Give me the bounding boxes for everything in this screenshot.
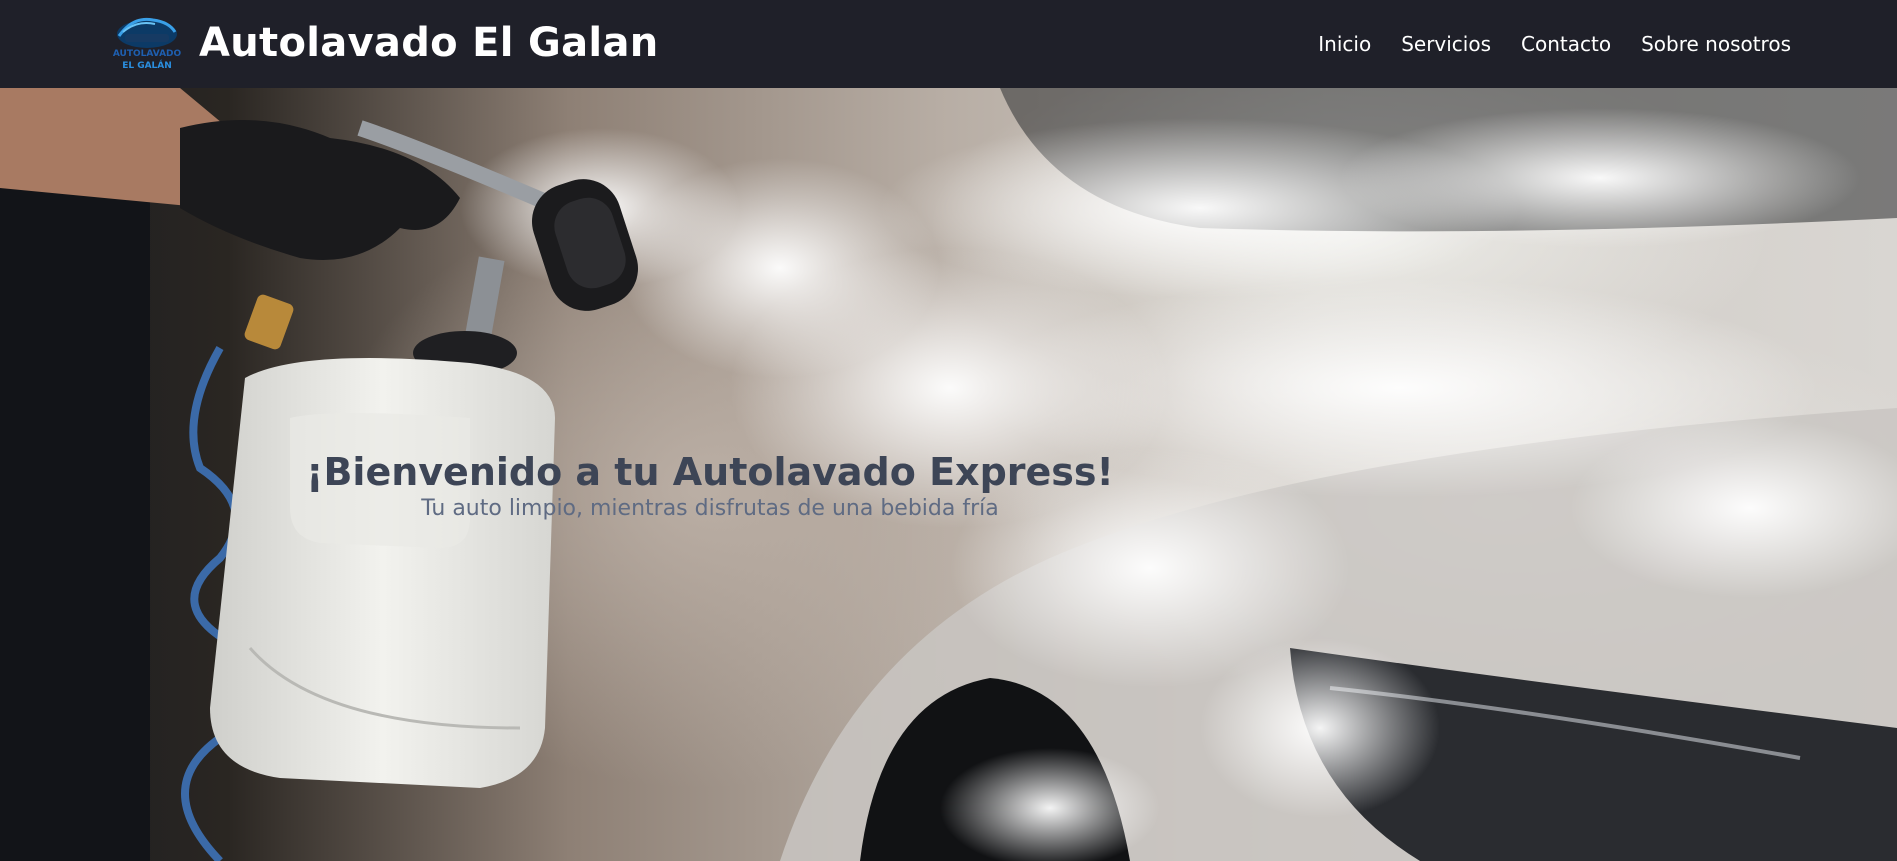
hero-title: ¡Bienvenido a tu Autolavado Express! [306,450,1114,494]
brand-name[interactable]: Autolavado El Galan [199,20,659,66]
navbar: AUTOLAVADO EL GALÁN Autolavado El Galan … [0,0,1897,88]
brand[interactable]: AUTOLAVADO EL GALÁN Autolavado El Galan [113,12,659,74]
hero-text: ¡Bienvenido a tu Autolavado Express! Tu … [0,450,1420,521]
hero-section: ¡Bienvenido a tu Autolavado Express! Tu … [0,88,1897,861]
nav-link-inicio[interactable]: Inicio [1318,32,1371,56]
svg-text:EL GALÁN: EL GALÁN [122,59,172,71]
nav-link-sobre-nosotros[interactable]: Sobre nosotros [1641,32,1791,56]
main-nav: Inicio Servicios Contacto Sobre nosotros [1288,0,1791,88]
logo-icon[interactable]: AUTOLAVADO EL GALÁN [113,12,181,74]
hero-subtitle: Tu auto limpio, mientras disfrutas de un… [421,496,999,521]
nav-link-servicios[interactable]: Servicios [1401,32,1491,56]
svg-text:AUTOLAVADO: AUTOLAVADO [113,49,181,59]
nav-link-contacto[interactable]: Contacto [1521,32,1611,56]
